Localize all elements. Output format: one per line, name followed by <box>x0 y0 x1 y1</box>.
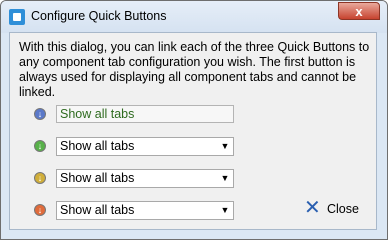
dialog-window: Configure Quick Buttons x With this dial… <box>0 0 388 240</box>
quick-button-2-select[interactable]: Show all tabs ▼ <box>56 137 234 156</box>
orange-arrow-icon: ↓ <box>34 204 46 216</box>
chevron-down-icon[interactable]: ▼ <box>217 138 233 155</box>
app-icon <box>9 9 25 25</box>
close-x-icon: ✕ <box>304 197 321 219</box>
yellow-arrow-icon: ↓ <box>34 172 46 184</box>
chevron-down-icon[interactable]: ▼ <box>217 202 233 219</box>
title-bar: Configure Quick Buttons x <box>1 1 387 33</box>
window-title: Configure Quick Buttons <box>31 9 167 23</box>
blue-arrow-icon: ↓ <box>34 108 46 120</box>
quick-button-2-value: Show all tabs <box>60 139 135 153</box>
close-button-label: Close <box>327 202 359 216</box>
quick-button-1-field: Show all tabs <box>56 105 234 123</box>
description-text: With this dialog, you can link each of t… <box>19 40 370 99</box>
green-arrow-icon: ↓ <box>34 140 46 152</box>
quick-button-3-select[interactable]: Show all tabs ▼ <box>56 169 234 188</box>
chevron-down-icon[interactable]: ▼ <box>217 170 233 187</box>
quick-button-4-select[interactable]: Show all tabs ▼ <box>56 201 234 220</box>
quick-button-4-value: Show all tabs <box>60 203 135 217</box>
close-button[interactable]: ✕ Close <box>301 197 363 219</box>
window-close-button[interactable]: x <box>338 2 380 20</box>
quick-button-3-value: Show all tabs <box>60 171 135 185</box>
